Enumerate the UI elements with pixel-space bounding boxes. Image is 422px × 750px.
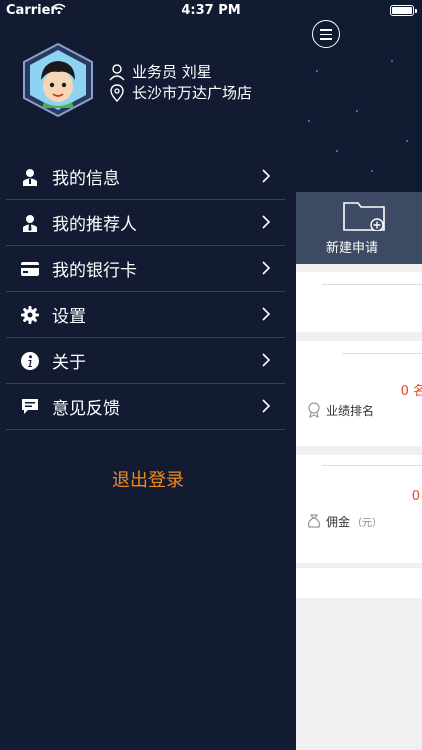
chevron-right-icon xyxy=(262,215,271,229)
main-content[interactable]: 新建申请 0 名 业绩排名 0 佣金 （元） xyxy=(296,0,422,750)
menu-item-label: 设置 xyxy=(52,307,86,327)
menu-item-label: 我的信息 xyxy=(52,169,120,189)
menu-item-label: 我的银行卡 xyxy=(52,261,137,281)
feedback-icon xyxy=(20,397,40,417)
side-drawer: 业务员 刘星 长沙市万达广场店 我的信息 我的推荐人 我的银行卡 设置 关于 意… xyxy=(0,0,296,750)
menu-item-bank-card[interactable]: 我的银行卡 xyxy=(6,246,285,292)
summary-card xyxy=(296,272,422,332)
user-store-name: 长沙市万达广场店 xyxy=(132,84,253,102)
drawer-menu: 我的信息 我的推荐人 我的银行卡 设置 关于 意见反馈 xyxy=(6,154,285,430)
person-outline-icon xyxy=(109,63,125,80)
extra-card xyxy=(296,568,422,598)
menu-item-settings[interactable]: 设置 xyxy=(6,292,285,338)
medal-icon xyxy=(308,402,320,418)
menu-item-label: 意见反馈 xyxy=(52,399,120,419)
chevron-right-icon xyxy=(262,307,271,321)
hero-banner xyxy=(296,0,422,192)
bank-card-icon xyxy=(20,259,40,279)
hamburger-menu-button[interactable] xyxy=(312,20,340,48)
commission-value: 0 xyxy=(411,489,420,504)
gear-icon xyxy=(20,305,40,325)
user-store-line: 长沙市万达广场店 xyxy=(108,82,252,103)
ranking-label: 业绩排名 xyxy=(326,404,375,418)
menu-item-my-info[interactable]: 我的信息 xyxy=(6,154,285,200)
logout-button[interactable]: 退出登录 xyxy=(0,466,296,492)
commission-card[interactable]: 0 佣金 （元） xyxy=(296,455,422,563)
menu-item-label: 我的推荐人 xyxy=(52,215,137,235)
money-bag-icon xyxy=(307,514,321,528)
commission-unit: （元） xyxy=(352,518,383,529)
status-time: 4:37 PM xyxy=(181,3,241,18)
new-application-label: 新建申请 xyxy=(325,241,378,256)
avatar[interactable] xyxy=(22,42,94,118)
commission-label: 佣金 （元） xyxy=(326,515,383,529)
person-icon xyxy=(20,167,40,187)
menu-item-about[interactable]: 关于 xyxy=(6,338,285,384)
info-icon xyxy=(20,351,40,371)
chevron-right-icon xyxy=(262,169,271,183)
user-role-line: 业务员 刘星 xyxy=(108,61,212,82)
menu-item-my-referrer[interactable]: 我的推荐人 xyxy=(6,200,285,246)
chevron-right-icon xyxy=(262,399,271,413)
status-bar: Carrier 4:37 PM xyxy=(0,0,422,22)
battery-icon xyxy=(390,5,417,16)
user-role-name: 业务员 刘星 xyxy=(132,63,212,81)
new-application-button[interactable]: 新建申请 xyxy=(296,192,422,264)
referrer-icon xyxy=(20,213,40,233)
chevron-right-icon xyxy=(262,353,271,367)
menu-item-label: 关于 xyxy=(52,353,86,373)
ranking-card[interactable]: 0 名 业绩排名 xyxy=(296,341,422,446)
new-folder-icon xyxy=(343,202,385,231)
menu-item-feedback[interactable]: 意见反馈 xyxy=(6,384,285,430)
location-pin-icon xyxy=(110,83,124,102)
ranking-value: 0 名 xyxy=(400,384,422,399)
chevron-right-icon xyxy=(262,261,271,275)
